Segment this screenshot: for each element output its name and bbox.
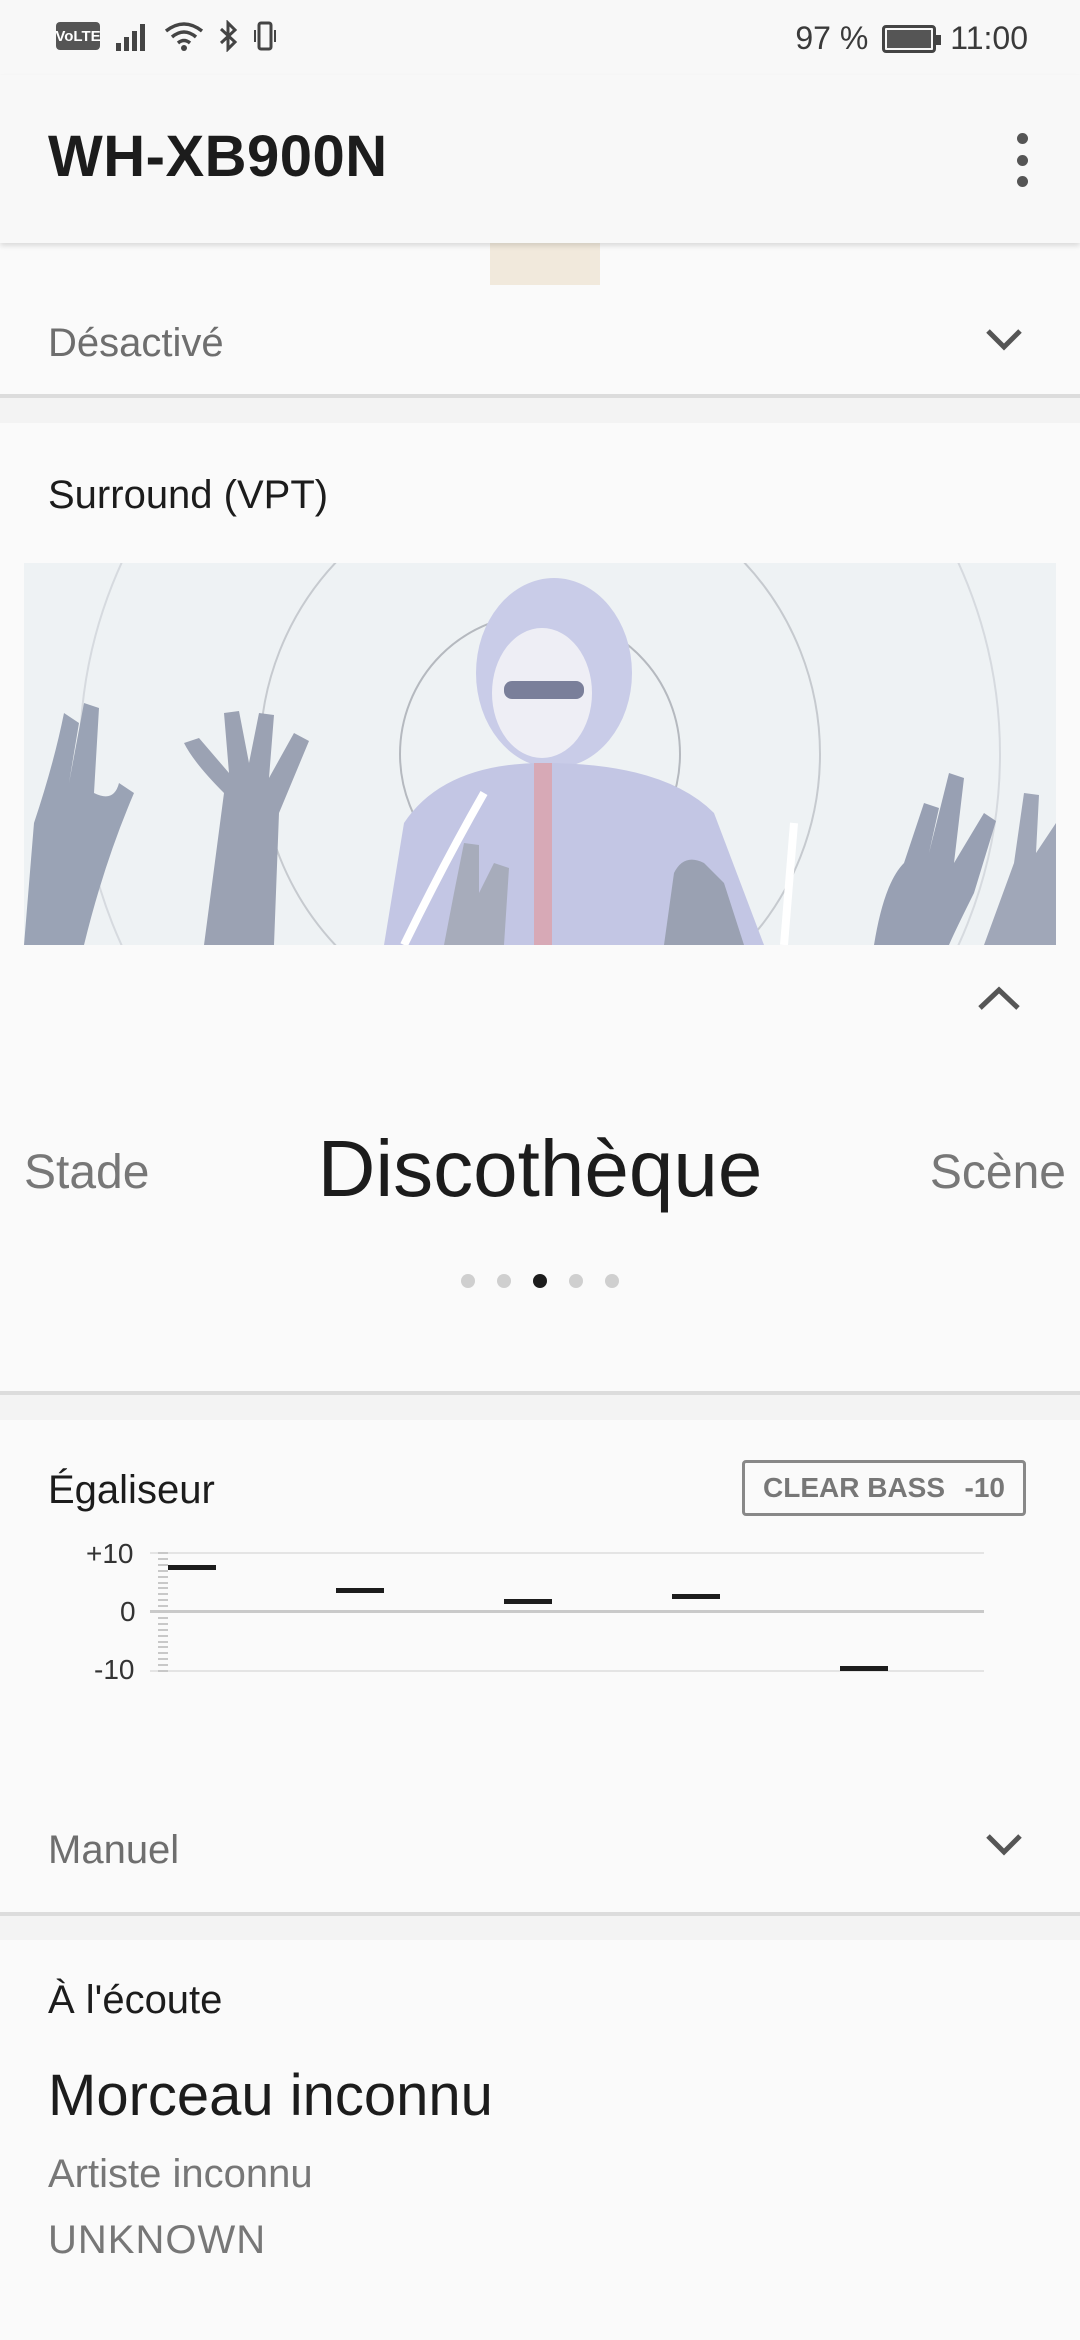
eq-axis-zero: 0 [120, 1596, 136, 1627]
eq-axis-tick [158, 1557, 168, 1560]
eq-axis-tick [158, 1670, 168, 1672]
now-playing-card: À l'écoute Morceau inconnu Artiste incon… [0, 1940, 1080, 2340]
carousel-dot [605, 1274, 619, 1288]
carousel-dot [569, 1274, 583, 1288]
eq-band-marker[interactable] [672, 1593, 720, 1599]
eq-axis-tick [158, 1658, 168, 1661]
chevron-down-icon[interactable] [984, 1824, 1024, 1864]
eq-axis-tick [158, 1581, 168, 1584]
eq-band-marker[interactable] [504, 1599, 552, 1605]
eq-axis-tick [158, 1587, 168, 1590]
surround-title: Surround (VPT) [48, 473, 329, 517]
eq-axis-tick [158, 1575, 168, 1578]
surround-card: Surround (VPT) Stade Discothèque Scène [0, 423, 1080, 1395]
carousel-next-option[interactable]: Scène [930, 1145, 1066, 1200]
eq-axis-tick [158, 1616, 168, 1619]
chevron-down-icon[interactable] [984, 319, 1024, 359]
bluetooth-icon [219, 20, 238, 52]
track-title: Morceau inconnu [48, 2063, 493, 2128]
card-image-peek [490, 243, 600, 285]
vibrate-icon [254, 21, 276, 51]
eq-band-marker[interactable] [336, 1587, 384, 1593]
device-title: WH-XB900N [48, 124, 388, 189]
battery-percent: 97 % [795, 20, 869, 56]
status-bar: VoLTE 97 % 11:00 [0, 0, 1080, 75]
carousel-dot [497, 1274, 511, 1288]
eq-axis-tick [158, 1552, 168, 1554]
eq-axis-tick [158, 1611, 168, 1613]
eq-axis-tick [158, 1664, 168, 1667]
carousel-dots [0, 1274, 1080, 1288]
surround-mode-carousel[interactable]: Stade Discothèque Scène [0, 1123, 1080, 1213]
more-vert-icon[interactable] [1010, 133, 1034, 187]
eq-zero-line [150, 1610, 984, 1613]
eq-axis-tick [158, 1593, 168, 1596]
track-album: UNKNOWN [48, 2218, 267, 2262]
signal-icon [116, 24, 145, 51]
eq-band-marker[interactable] [168, 1564, 216, 1570]
eq-axis-tick [158, 1640, 168, 1643]
clock: 11:00 [950, 20, 1028, 56]
now-playing-title: À l'écoute [48, 1978, 223, 2022]
eq-axis-tick [158, 1628, 168, 1631]
eq-gridline-top [150, 1552, 984, 1554]
track-artist: Artiste inconnu [48, 2152, 313, 2196]
carousel-dot [461, 1274, 475, 1288]
eq-axis-tick [158, 1622, 168, 1625]
equalizer-card: Égaliseur CLEAR BASS -10 +10 0 -10 Manue… [0, 1420, 1080, 1916]
discotheque-illustration [24, 563, 1056, 945]
eq-axis-tick [158, 1652, 168, 1655]
battery-icon [882, 24, 942, 53]
volte-icon: VoLTE [55, 22, 101, 50]
eq-axis-top: +10 [86, 1538, 134, 1569]
eq-band-marker[interactable] [840, 1666, 888, 1671]
eq-axis-bottom: -10 [94, 1654, 135, 1685]
clear-bass-value: -10 [964, 1472, 1005, 1503]
clear-bass-label: CLEAR BASS [763, 1472, 946, 1503]
equalizer-preset[interactable]: Manuel [48, 1828, 179, 1873]
status-icons-right: 97 % 11:00 [795, 20, 1028, 57]
carousel-dot-active [533, 1274, 547, 1288]
eq-axis-tick [158, 1646, 168, 1649]
eq-axis-tick [158, 1563, 168, 1566]
noise-control-value[interactable]: Désactivé [48, 321, 224, 366]
app-bar: WH-XB900N [0, 75, 1080, 243]
eq-axis-tick [158, 1569, 168, 1572]
chevron-up-icon[interactable] [974, 978, 1024, 1018]
eq-axis-tick [158, 1634, 168, 1637]
wifi-icon [164, 22, 204, 51]
eq-axis-tick [158, 1599, 168, 1602]
equalizer-title: Égaliseur [48, 1468, 215, 1512]
equalizer-graph[interactable]: +10 0 -10 [0, 1538, 1080, 1690]
status-icons-left: VoLTE [55, 20, 276, 52]
noise-control-card: Désactivé [0, 243, 1080, 398]
eq-axis-tick [158, 1605, 168, 1608]
clear-bass-badge[interactable]: CLEAR BASS -10 [742, 1460, 1026, 1516]
carousel-current-option: Discothèque [317, 1124, 763, 1213]
